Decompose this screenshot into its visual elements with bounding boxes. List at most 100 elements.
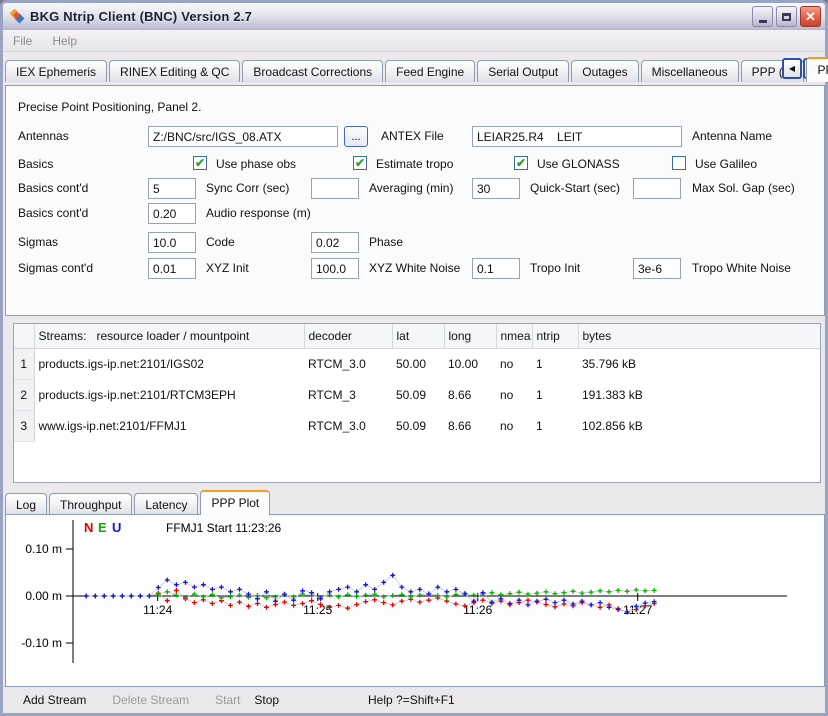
window-titlebar[interactable]: BKG Ntrip Client (BNC) Version 2.7 ✕: [3, 3, 825, 30]
svg-text:11:25: 11:25: [303, 603, 332, 617]
header-mountpoint[interactable]: Streams: resource loader / mountpoint: [34, 324, 304, 348]
app-window: BKG Ntrip Client (BNC) Version 2.7 ✕ Fil…: [0, 0, 828, 716]
sigma-phase-input[interactable]: [311, 232, 359, 253]
use-phase-obs-checkbox[interactable]: ✔: [193, 156, 207, 170]
row-basics: Basics ✔ Use phase obs ✔ Estimate tropo …: [6, 154, 824, 176]
maximize-icon: [782, 13, 791, 21]
stream-row-2[interactable]: 2 products.igs-ip.net:2101/RTCM3EPH RTCM…: [14, 379, 820, 410]
tab-broadcast-corrections[interactable]: Broadcast Corrections: [242, 60, 383, 82]
sync-corr-input[interactable]: [148, 178, 196, 199]
use-glonass-label: Use GLONASS: [537, 157, 620, 171]
tab-throughput[interactable]: Throughput: [49, 493, 132, 515]
bottom-tab-bar: Log Throughput Latency PPP Plot: [5, 491, 272, 515]
xyz-init-label: XYZ Init: [206, 261, 249, 275]
main-tab-bar: IEX Ephemeris RINEX Editing & QC Broadca…: [5, 56, 825, 82]
row-sigmas: Sigmas Code Phase: [6, 232, 824, 254]
tab-miscellaneous[interactable]: Miscellaneous: [641, 60, 739, 82]
ppp2-panel: Precise Point Positioning, Panel 2. Ante…: [5, 85, 825, 316]
stream-row-1[interactable]: 1 products.igs-ip.net:2101/IGS02 RTCM_3.…: [14, 348, 820, 379]
header-long[interactable]: long: [444, 324, 496, 348]
tropo-white-noise-input[interactable]: [633, 258, 681, 279]
header-lat[interactable]: lat: [392, 324, 444, 348]
streams-header-row: Streams: resource loader / mountpoint de…: [14, 324, 820, 348]
delete-stream-button[interactable]: Delete Stream: [106, 690, 195, 710]
tab-rinex-editing-qc[interactable]: RINEX Editing & QC: [109, 60, 240, 82]
stream-row-3[interactable]: 3 www.igs-ip.net:2101/FFMJ1 RTCM_3.0 50.…: [14, 410, 820, 441]
streams-table: Streams: resource loader / mountpoint de…: [13, 323, 821, 483]
menu-item-help[interactable]: Help: [42, 32, 87, 50]
estimate-tropo-label: Estimate tropo: [376, 157, 453, 171]
tropo-init-input[interactable]: [472, 258, 520, 279]
row-number[interactable]: 3: [14, 410, 34, 441]
panel-caption: Precise Point Positioning, Panel 2.: [18, 100, 201, 114]
help-shortcut-label: Help ?=Shift+F1: [368, 693, 455, 707]
bottom-toolbar: Add Stream Delete Stream Start Stop Help…: [3, 685, 825, 713]
svg-text:FFMJ1 Start 11:23:26: FFMJ1 Start 11:23:26: [166, 521, 281, 535]
tab-latency[interactable]: Latency: [134, 493, 198, 515]
header-nmea[interactable]: nmea: [496, 324, 532, 348]
close-button[interactable]: ✕: [800, 6, 821, 27]
header-ntrip[interactable]: ntrip: [532, 324, 578, 348]
row-number[interactable]: 2: [14, 379, 34, 410]
cell-mountpoint: products.igs-ip.net:2101/IGS02: [34, 348, 304, 379]
svg-text:0.10 m: 0.10 m: [25, 542, 62, 556]
maximize-button[interactable]: [776, 6, 797, 27]
estimate-tropo-checkbox[interactable]: ✔: [353, 156, 367, 170]
tab-rinex-ephemeris[interactable]: IEX Ephemeris: [5, 60, 107, 82]
cell-nmea: no: [496, 410, 532, 441]
cell-mountpoint: www.igs-ip.net:2101/FFMJ1: [34, 410, 304, 441]
menubar: File Help: [3, 30, 825, 52]
svg-text:11:24: 11:24: [143, 603, 172, 617]
sigma-phase-label: Phase: [369, 235, 403, 249]
quick-start-input[interactable]: [472, 178, 520, 199]
sigma-code-input[interactable]: [148, 232, 196, 253]
sigmas-label: Sigmas: [18, 235, 58, 249]
tab-feed-engine[interactable]: Feed Engine: [385, 60, 475, 82]
start-button[interactable]: Start: [209, 690, 246, 710]
check-icon: ✔: [355, 157, 365, 169]
cell-bytes: 35.796 kB: [578, 348, 820, 379]
check-icon: ✔: [195, 157, 205, 169]
tab-ppp-plot[interactable]: PPP Plot: [200, 490, 270, 515]
sigma-code-label: Code: [206, 235, 235, 249]
minimize-button[interactable]: [752, 6, 773, 27]
window-title: BKG Ntrip Client (BNC) Version 2.7: [30, 9, 749, 24]
svg-text:0.00 m: 0.00 m: [25, 589, 62, 603]
menu-item-file[interactable]: File: [3, 32, 42, 50]
audio-response-label: Audio response (m): [206, 206, 311, 220]
sync-corr-label: Sync Corr (sec): [206, 181, 289, 195]
audio-response-input[interactable]: [148, 203, 196, 224]
antex-file-input[interactable]: [148, 126, 338, 147]
stop-button[interactable]: Stop: [248, 690, 285, 710]
cell-bytes: 102.856 kB: [578, 410, 820, 441]
cell-ntrip: 1: [532, 410, 578, 441]
cell-lat: 50.09: [392, 379, 444, 410]
ppp-plot-panel: 0.10 m0.00 m-0.10 m11:2411:2511:2611:27N…: [5, 514, 825, 687]
xyz-init-input[interactable]: [148, 258, 196, 279]
tab-serial-output[interactable]: Serial Output: [477, 60, 569, 82]
cell-decoder: RTCM_3: [304, 379, 392, 410]
cell-nmea: no: [496, 348, 532, 379]
tab-outages[interactable]: Outages: [571, 60, 638, 82]
cell-long: 10.00: [444, 348, 496, 379]
averaging-input[interactable]: [311, 178, 359, 199]
antenna-name-input[interactable]: [472, 126, 682, 147]
tab-log[interactable]: Log: [5, 493, 47, 515]
browse-button[interactable]: ...: [344, 126, 368, 147]
use-galileo-checkbox[interactable]: [672, 156, 686, 170]
tab-ppp-2[interactable]: PPP (2): [806, 57, 828, 82]
basics-label: Basics: [18, 157, 53, 171]
header-bytes[interactable]: bytes: [578, 324, 820, 348]
use-glonass-checkbox[interactable]: ✔: [514, 156, 528, 170]
max-sol-gap-input[interactable]: [633, 178, 681, 199]
arrow-left-icon: ◀: [789, 64, 795, 73]
header-decoder[interactable]: decoder: [304, 324, 392, 348]
use-galileo-label: Use Galileo: [695, 157, 757, 171]
cell-mountpoint: products.igs-ip.net:2101/RTCM3EPH: [34, 379, 304, 410]
row-basics-contd-2: Basics cont'd Audio response (m): [6, 203, 824, 225]
add-stream-button[interactable]: Add Stream: [17, 690, 92, 710]
row-number[interactable]: 1: [14, 348, 34, 379]
tab-scroll-left-button[interactable]: ◀: [782, 58, 802, 79]
cell-ntrip: 1: [532, 348, 578, 379]
xyz-white-noise-input[interactable]: [311, 258, 359, 279]
